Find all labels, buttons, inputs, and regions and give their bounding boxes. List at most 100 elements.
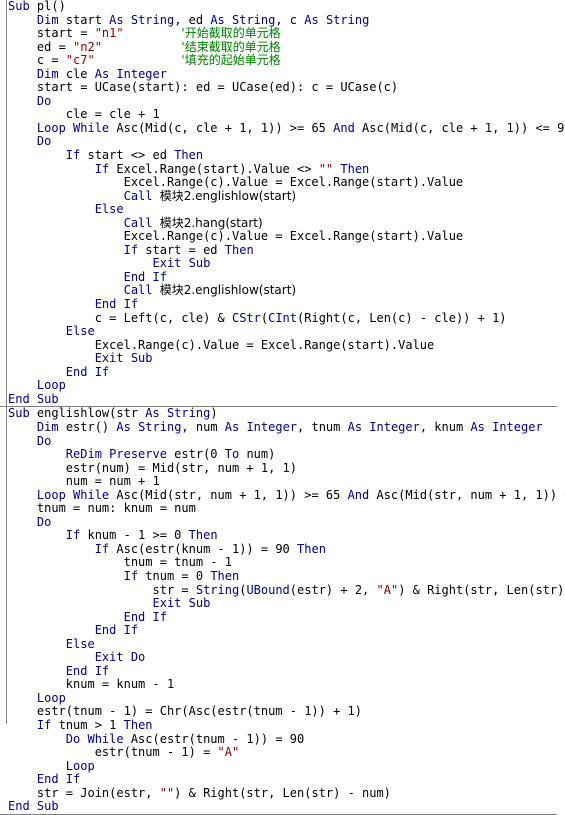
vba-code-editor[interactable]: Sub pl() Dim start As String, ed As Stri… [0, 0, 565, 815]
token-kw: Loop [36, 378, 66, 393]
code-line[interactable]: End Sub [8, 391, 565, 407]
token-idn [8, 528, 66, 542]
code-line[interactable]: Call 模块2.englishlow(start) [8, 189, 565, 204]
code-line[interactable]: If Asc(estr(knum - 1)) = 90 Then [8, 541, 565, 557]
code-line[interactable]: Exit Sub [8, 351, 565, 366]
procedure-englishlow[interactable]: Sub englishlow(str As String) Dim estr()… [8, 407, 565, 813]
code-line[interactable]: estr(tnum - 1) = "A" [8, 745, 565, 760]
code-line[interactable]: estr(tnum - 1) = Chr(Asc(estr(tnum - 1))… [8, 705, 565, 719]
token-idn: pl() [36, 0, 66, 13]
code-line[interactable]: str = Join(estr, "") & Right(str, Len(st… [8, 785, 565, 801]
token-idn [8, 637, 66, 651]
code-line[interactable]: Loop [8, 379, 565, 393]
code-line[interactable]: Dim cle As Integer [8, 67, 565, 82]
code-line[interactable]: cle = cle + 1 [8, 108, 565, 122]
code-line[interactable]: Exit Do [8, 650, 565, 665]
token-idn: estr(tnum - 1) = [8, 745, 218, 760]
code-line[interactable]: Loop While Asc(Mid(str, num + 1, 1)) >= … [8, 488, 565, 503]
code-line[interactable]: Sub englishlow(str As String) [8, 407, 565, 421]
token-kw: If [94, 541, 117, 556]
token-kw: String [195, 582, 240, 597]
code-line[interactable]: Do [8, 515, 565, 530]
code-line[interactable]: Excel.Range(c).Value = Excel.Range(start… [8, 230, 565, 244]
code-line[interactable]: Else [8, 637, 565, 652]
code-line[interactable]: End If [8, 610, 565, 625]
token-idn: knum = knum - 1 [8, 677, 175, 692]
code-line[interactable]: Do [8, 434, 565, 449]
token-str: "A" [376, 582, 399, 597]
token-kw: Dim [36, 419, 66, 434]
token-kw: Do [36, 134, 52, 149]
code-line[interactable]: If tnum = 0 Then [8, 568, 565, 584]
code-line[interactable]: If Excel.Range(start).Value <> "" Then [8, 162, 565, 177]
token-kw: Then [210, 568, 240, 583]
code-line[interactable]: ReDim Preserve estr(0 To num) [8, 447, 565, 462]
token-idn [8, 297, 95, 311]
token-idn: , c [275, 12, 305, 27]
code-line[interactable]: End If [8, 623, 565, 638]
token-idn: Excel.Range(c).Value = Excel.Range(start… [8, 229, 464, 244]
code-line[interactable]: Call 模块2.hang(start) [8, 215, 565, 231]
token-idn: 模块2.hang(start) [159, 215, 263, 230]
code-line[interactable]: Dim estr() As String, num As Integer, tn… [8, 419, 565, 435]
token-idn [8, 243, 124, 257]
token-kw: CStr [231, 310, 261, 325]
code-line[interactable]: Else [8, 202, 565, 217]
code-line[interactable]: Sub pl() [8, 0, 565, 14]
token-kw: UBound [246, 582, 290, 597]
code-line[interactable]: str = String(UBound(estr) + 2, "A") & Ri… [8, 582, 565, 598]
code-line[interactable]: End If [8, 772, 565, 787]
code-line[interactable]: c = "c7" '填充的起始单元格 [8, 53, 565, 68]
code-line[interactable]: End If [8, 270, 565, 285]
code-line[interactable]: tnum = num: knum = num [8, 501, 565, 516]
token-idn: ) & Right(str, Len(str) - num) [174, 785, 391, 800]
code-line[interactable]: start = "n1" '开始截取的单元格 [8, 26, 565, 41]
token-idn: Excel.Range(c).Value = Excel.Range(start… [8, 175, 464, 190]
token-kw: End If [94, 623, 139, 638]
code-line[interactable]: tnum = tnum - 1 [8, 556, 565, 570]
code-line[interactable]: End If [8, 664, 565, 679]
code-line[interactable]: Excel.Range(c).Value = Excel.Range(start… [8, 338, 565, 353]
code-line[interactable]: Do While Asc(estr(tnum - 1)) = 90 [8, 731, 565, 747]
token-idn [124, 26, 182, 40]
code-line[interactable]: End If [8, 297, 565, 312]
code-line[interactable]: Loop [8, 759, 565, 774]
token-cmt: '结束截取的单元格 [181, 39, 281, 54]
code-line[interactable]: Call 模块2.englishlow(start) [8, 284, 565, 298]
code-line[interactable]: End Sub [8, 799, 565, 814]
token-kw: Dim [36, 12, 66, 27]
code-line[interactable]: Loop While Asc(Mid(c, cle + 1, 1)) >= 65… [8, 121, 565, 136]
token-kw: As String [116, 419, 182, 434]
code-line[interactable]: Exit Sub [8, 596, 565, 611]
code-line[interactable]: Else [8, 324, 565, 339]
code-line[interactable]: c = Left(c, cle) & CStr(CInt(Right(c, Le… [8, 310, 565, 326]
procedure-pl[interactable]: Sub pl() Dim start As String, ed As Stri… [8, 0, 565, 406]
token-idn: Asc(estr(tnum - 1)) = 90 [130, 731, 305, 746]
token-idn [8, 515, 37, 529]
code-line[interactable]: Loop [8, 691, 565, 706]
code-line[interactable]: End If [8, 365, 565, 380]
token-idn [8, 202, 95, 216]
token-idn [8, 759, 66, 773]
code-line[interactable]: Exit Sub [8, 257, 565, 271]
token-kw: End Sub [8, 391, 59, 406]
code-line[interactable]: num = num + 1 [8, 474, 565, 489]
token-idn: cle = cle + 1 [8, 107, 160, 122]
code-line[interactable]: knum = knum - 1 [8, 678, 565, 692]
code-line[interactable]: If start <> ed Then [8, 148, 565, 163]
token-idn [8, 596, 153, 610]
code-line[interactable]: If knum - 1 >= 0 Then [8, 529, 565, 543]
code-line[interactable]: Excel.Range(c).Value = Excel.Range(start… [8, 175, 565, 190]
code-area[interactable]: Sub pl() Dim start As String, ed As Stri… [0, 0, 565, 815]
token-idn [8, 13, 37, 27]
code-line[interactable]: If start = ed Then [8, 243, 565, 258]
code-line[interactable]: estr(num) = Mid(str, num + 1, 1) [8, 461, 565, 476]
code-line[interactable]: Do [8, 94, 565, 109]
token-idn [8, 121, 37, 135]
token-idn: str = Join(estr, [8, 785, 160, 800]
code-line[interactable]: Do [8, 135, 565, 149]
token-kw: Sub [8, 0, 37, 13]
code-line[interactable]: start = UCase(start): ed = UCase(ed): c … [8, 81, 565, 95]
code-line[interactable]: If tnum > 1 Then [8, 718, 565, 733]
token-str: "" [159, 785, 175, 800]
